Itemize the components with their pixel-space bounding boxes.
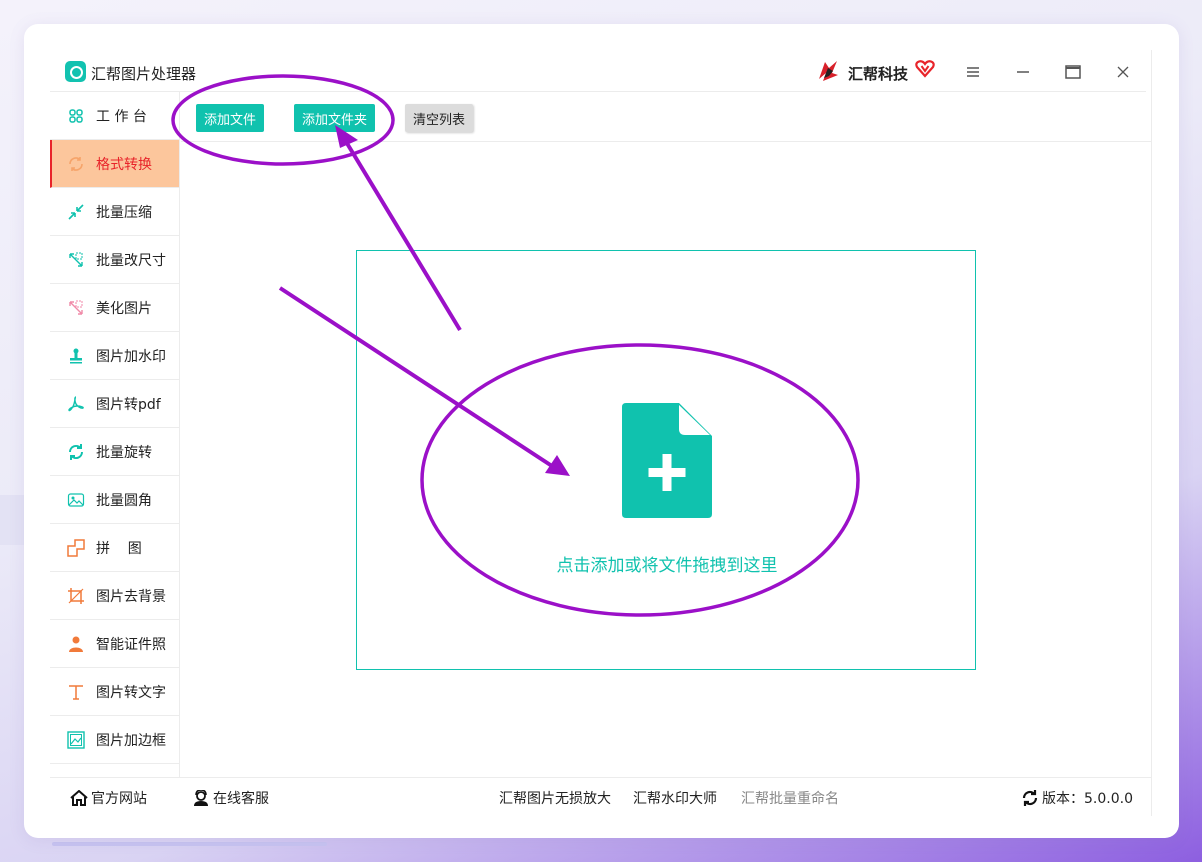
minimize-icon[interactable] xyxy=(1008,58,1038,86)
sidebar-item-collage[interactable]: 拼 图 xyxy=(50,524,179,572)
sidebar-item-label: 批量圆角 xyxy=(96,492,152,509)
sidebar-item-label: 美化图片 xyxy=(96,300,152,317)
sidebar: 工 作 台 格式转换 批量压缩 批量改尺寸 美化图片 图片加水印 图片转pdf … xyxy=(50,92,180,778)
sidebar-item-label: 拼 图 xyxy=(96,540,142,557)
brand-name: 汇帮科技 xyxy=(848,65,909,83)
rounded-corner-icon xyxy=(67,491,85,509)
crop-icon xyxy=(67,587,85,605)
sidebar-item-compress[interactable]: 批量压缩 xyxy=(50,188,179,236)
toolbar: 添加文件 添加文件夹 清空列表 xyxy=(181,92,1151,142)
sidebar-item-rounded-corner[interactable]: 批量圆角 xyxy=(50,476,179,524)
person-icon xyxy=(67,635,85,653)
sidebar-item-add-frame[interactable]: 图片加边框 xyxy=(50,716,179,764)
app-title: 汇帮图片处理器 xyxy=(91,65,197,83)
sidebar-item-label: 批量旋转 xyxy=(96,444,152,461)
sidebar-item-label: 批量压缩 xyxy=(96,204,152,221)
background-line xyxy=(52,842,327,846)
app-logo-icon xyxy=(65,61,86,82)
sidebar-item-format-convert[interactable]: 格式转换 xyxy=(50,140,179,188)
footer: 官方网站 在线客服 汇帮图片无损放大 汇帮水印大师 汇帮批量重命名 版本：5.0… xyxy=(50,777,1152,816)
support-icon xyxy=(194,790,208,806)
sidebar-item-label: 图片加边框 xyxy=(96,732,166,749)
file-drop-zone[interactable]: 点击添加或将文件拖拽到这里 xyxy=(356,250,976,670)
sidebar-item-resize[interactable]: 批量改尺寸 xyxy=(50,236,179,284)
sidebar-item-label: 图片转文字 xyxy=(96,684,166,701)
sidebar-item-to-pdf[interactable]: 图片转pdf xyxy=(50,380,179,428)
app-window: 汇帮图片处理器 汇帮科技 工 作 台 格式转换 批量压缩 批量改尺寸 美化图片 … xyxy=(50,50,1152,816)
drop-hint: 点击添加或将文件拖拽到这里 xyxy=(556,556,778,576)
support-label: 在线客服 xyxy=(213,791,269,807)
version-info[interactable]: 版本：5.0.0.0 xyxy=(1021,788,1133,808)
clear-list-button[interactable]: 清空列表 xyxy=(405,104,474,132)
sidebar-item-rotate[interactable]: 批量旋转 xyxy=(50,428,179,476)
product-link-rename[interactable]: 汇帮批量重命名 xyxy=(741,788,839,808)
version-label: 版本：5.0.0.0 xyxy=(1042,791,1133,807)
close-icon[interactable] xyxy=(1108,58,1138,86)
maximize-icon[interactable] xyxy=(1058,58,1088,86)
brand-logo-icon xyxy=(819,61,838,81)
compress-icon xyxy=(67,203,85,221)
sidebar-item-id-photo[interactable]: 智能证件照 xyxy=(50,620,179,668)
sidebar-item-label: 批量改尺寸 xyxy=(96,252,166,269)
vip-heart-icon[interactable] xyxy=(915,60,935,78)
add-file-button[interactable]: 添加文件 xyxy=(196,104,265,132)
sidebar-item-label: 格式转换 xyxy=(96,156,152,173)
sidebar-item-label: 工 作 台 xyxy=(96,108,147,125)
add-folder-button[interactable]: 添加文件夹 xyxy=(294,104,376,132)
beautify-icon xyxy=(67,299,85,317)
support-link[interactable]: 在线客服 xyxy=(192,788,269,808)
sidebar-item-image-to-text[interactable]: 图片转文字 xyxy=(50,668,179,716)
grid-icon xyxy=(67,107,85,125)
sidebar-item-label: 图片转pdf xyxy=(96,396,161,413)
collage-icon xyxy=(67,538,85,557)
sidebar-item-label: 图片去背景 xyxy=(96,588,166,605)
refresh-icon xyxy=(1022,790,1038,806)
product-link-watermark[interactable]: 汇帮水印大师 xyxy=(633,788,717,808)
rotate-icon xyxy=(67,443,85,461)
sidebar-item-watermark[interactable]: 图片加水印 xyxy=(50,332,179,380)
frame-icon xyxy=(67,730,85,749)
website-link[interactable]: 官方网站 xyxy=(70,788,147,808)
convert-icon xyxy=(67,155,85,173)
title-bar: 汇帮图片处理器 汇帮科技 xyxy=(50,50,1146,92)
sidebar-item-label: 图片加水印 xyxy=(96,348,166,365)
pdf-icon xyxy=(67,395,85,413)
product-link-upscale[interactable]: 汇帮图片无损放大 xyxy=(499,788,611,808)
text-icon xyxy=(67,683,85,701)
sidebar-item-workbench[interactable]: 工 作 台 xyxy=(50,92,179,140)
menu-icon[interactable] xyxy=(958,58,988,86)
home-icon xyxy=(70,790,88,806)
add-file-icon[interactable] xyxy=(622,403,712,518)
watermark-icon xyxy=(67,347,85,365)
resize-icon xyxy=(67,251,85,269)
sidebar-item-remove-background[interactable]: 图片去背景 xyxy=(50,572,179,620)
sidebar-item-beautify[interactable]: 美化图片 xyxy=(50,284,179,332)
sidebar-item-label: 智能证件照 xyxy=(96,636,166,653)
website-label: 官方网站 xyxy=(91,791,147,807)
